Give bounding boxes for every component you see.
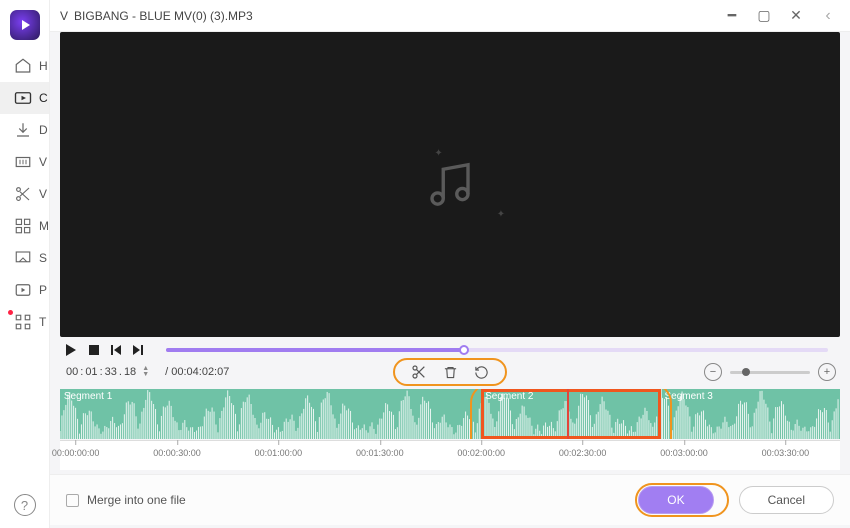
ruler-tick: 00:02:00:00 [457,441,505,458]
compressor-icon [14,153,32,171]
minimize-button[interactable]: ━ [718,4,746,28]
cancel-button[interactable]: Cancel [739,486,834,514]
window-title: BIGBANG - BLUE MV(0) (3).MP3 [74,9,718,23]
sidebar-item-home[interactable]: H [0,50,49,82]
merge-label: Merge into one file [87,493,186,507]
merge-icon [14,217,32,235]
app-logo [10,10,40,40]
prev-frame-button[interactable] [110,344,122,356]
panel-collapse-button[interactable]: ‹ [814,4,842,28]
scissors-icon [14,185,32,203]
timeline[interactable]: Segment 1Segment 2Segment 3 00:00:00:000… [60,389,840,470]
time-ruler: 00:00:00:0000:00:30:0000:01:00:0000:01:3… [60,440,840,470]
delete-button[interactable] [443,364,458,380]
sidebar-item-scissors[interactable]: V [0,178,49,210]
edit-tools-highlight [393,358,507,386]
timecode-stepper[interactable]: ▲▼ [142,366,149,378]
ruler-tick: 00:00:30:00 [153,441,201,458]
sidebar-item-screen[interactable]: S [0,242,49,274]
segment-label: Segment 2 [485,391,533,402]
ok-button-highlight: OK [635,483,728,517]
merge-checkbox[interactable] [66,494,79,507]
ruler-tick: 00:03:30:00 [762,441,810,458]
home-icon [14,57,32,75]
total-duration: / 00:04:02:07 [165,366,229,378]
video-icon [14,89,32,107]
ruler-tick: 00:01:00:00 [255,441,303,458]
ruler-tick: 00:02:30:00 [559,441,607,458]
preview-area: ✦ ✦ [60,32,840,337]
ok-button[interactable]: OK [638,486,713,514]
reset-button[interactable] [474,364,489,380]
cut-button[interactable] [411,364,427,380]
play-button[interactable] [64,343,78,357]
play-rect-icon [14,281,32,299]
sidebar-item-download[interactable]: D [0,114,49,146]
close-button[interactable]: ✕ [782,4,810,28]
stop-button[interactable] [88,344,100,356]
download-icon [14,121,32,139]
title-bar: V BIGBANG - BLUE MV(0) (3).MP3 ━ ▢ ✕ ‹ [50,0,850,32]
maximize-button[interactable]: ▢ [750,4,778,28]
help-button[interactable]: ? [14,494,36,516]
title-prefix: V [60,9,68,23]
segment-label: Segment 1 [64,391,112,402]
apps-icon [14,313,32,331]
sidebar: HCDVVMSPT ? [0,0,50,528]
ruler-tick: 00:03:00:00 [660,441,708,458]
sidebar-item-play-rect[interactable]: P [0,274,49,306]
segment-label: Segment 3 [665,391,713,402]
sidebar-item-apps[interactable]: T [0,306,49,338]
timecode-input[interactable]: 00 : 01 : 33 . 18 ▲▼ [64,365,149,379]
waveform[interactable]: Segment 1 Segment 2 Segment 3 [60,389,840,439]
sidebar-item-compressor[interactable]: V [0,146,49,178]
playhead[interactable] [567,389,569,439]
progress-slider[interactable] [166,348,828,352]
sidebar-item-merge[interactable]: M [0,210,49,242]
screen-icon [14,249,32,267]
zoom-in-button[interactable]: + [818,363,836,381]
zoom-out-button[interactable]: − [704,363,722,381]
music-note-icon [423,158,477,212]
sidebar-item-video[interactable]: C [0,82,49,114]
ruler-tick: 00:00:00:00 [52,441,100,458]
zoom-slider[interactable] [730,371,810,374]
next-frame-button[interactable] [132,344,144,356]
ruler-tick: 00:01:30:00 [356,441,404,458]
